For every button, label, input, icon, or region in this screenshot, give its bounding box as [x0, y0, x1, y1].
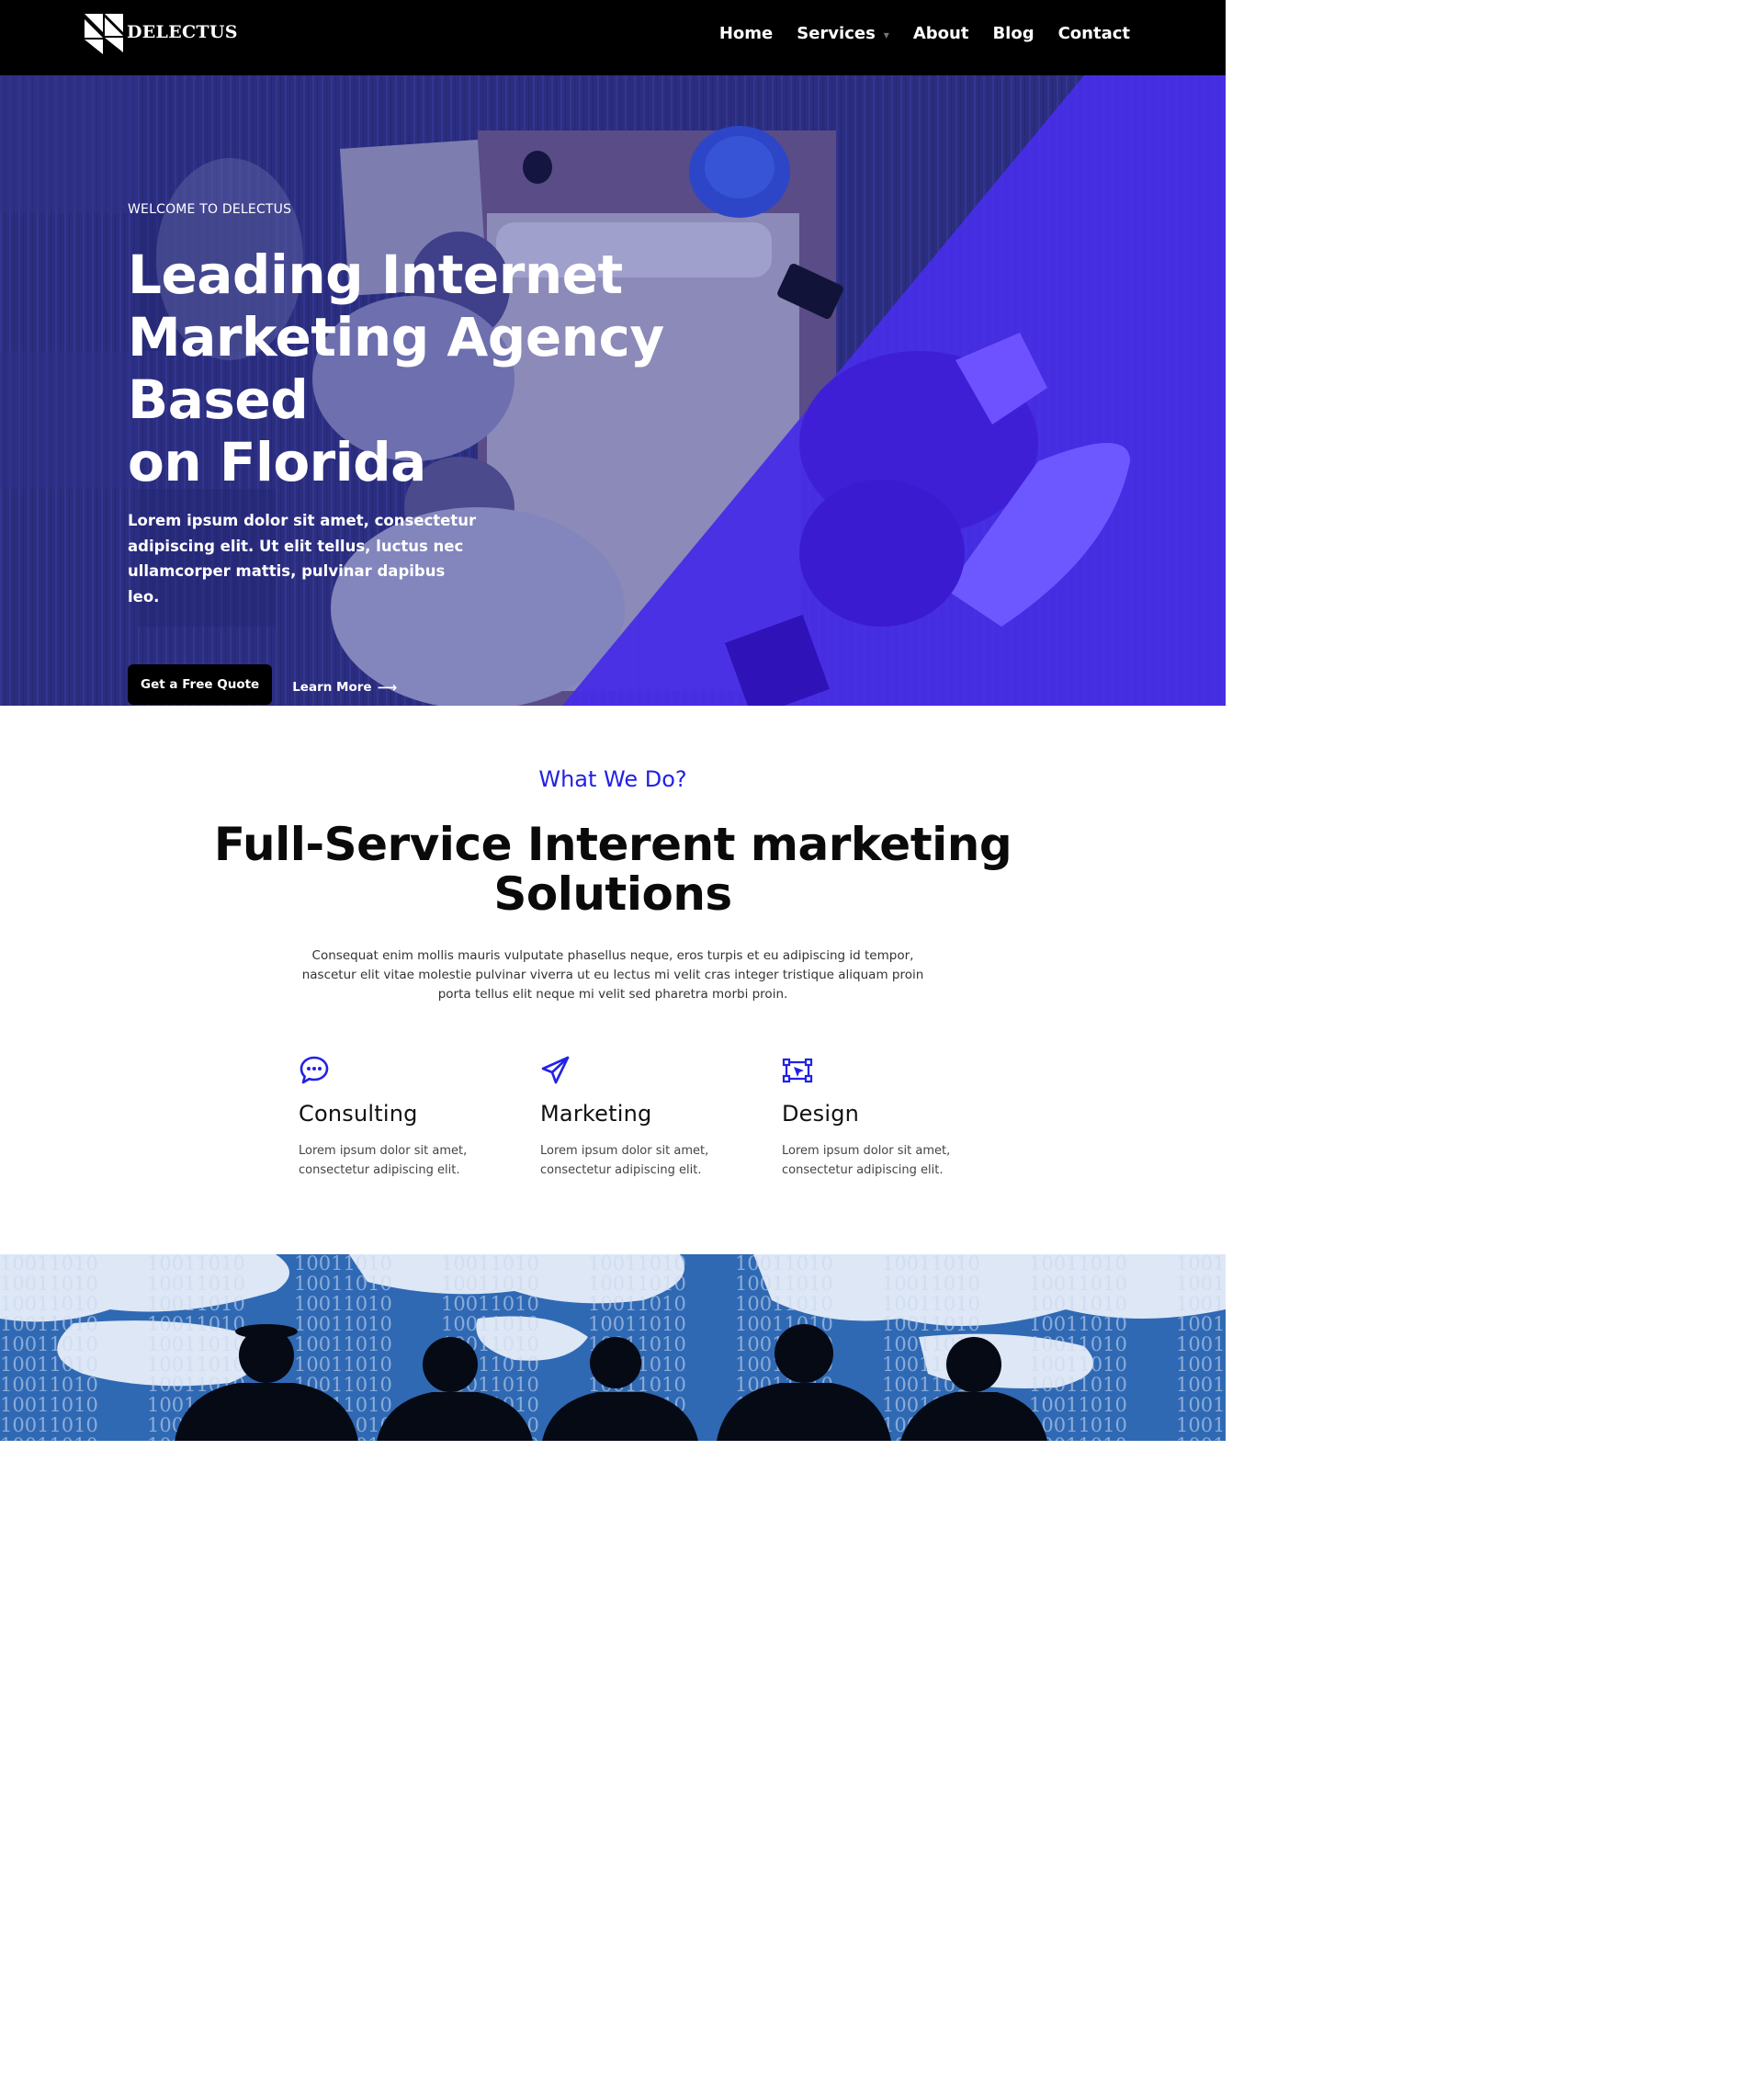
service-card-consulting: Consulting Lorem ipsum dolor sit amet, c… — [299, 1055, 510, 1180]
nav-blog[interactable]: Blog — [992, 24, 1034, 43]
nav-services-label: Services — [797, 24, 876, 43]
service-text: Lorem ipsum dolor sit amet, consectetur … — [299, 1144, 468, 1177]
section-subtitle: What We Do? — [538, 766, 687, 792]
hero-eyebrow: WELCOME TO DELECTUS — [128, 202, 292, 217]
service-title: Marketing — [540, 1101, 652, 1127]
hero-content: WELCOME TO DELECTUS Leading Internet Mar… — [128, 202, 808, 705]
nav-home[interactable]: Home — [719, 24, 773, 43]
team-banner-image: 10011010 — [0, 1254, 1226, 1441]
service-text: Lorem ipsum dolor sit amet, consectetur … — [540, 1144, 709, 1177]
brand-name: DELECTUS — [127, 22, 238, 42]
service-title: Design — [782, 1101, 860, 1127]
chevron-down-icon: ▾ — [883, 28, 889, 41]
arrow-right-icon: ⟶ — [377, 679, 398, 696]
section-title-line1: Full-Service Interent marketing — [213, 818, 1012, 871]
section-description: Consequat enim mollis mauris vulputate p… — [301, 948, 924, 1002]
hero-actions: Get a Free Quote Learn More ⟶ — [128, 664, 808, 705]
chat-bubble-icon — [300, 1056, 329, 1084]
nav-services[interactable]: Services ▾ — [797, 24, 889, 43]
paper-plane-icon — [541, 1056, 570, 1084]
section-title-line2: Solutions — [493, 867, 732, 921]
service-title: Consulting — [299, 1101, 418, 1127]
get-quote-button[interactable]: Get a Free Quote — [128, 664, 273, 705]
section-title: Full-Service Interent marketing Solution… — [0, 820, 1226, 919]
logo-mark-icon — [85, 14, 123, 54]
hero-description: Lorem ipsum dolor sit amet, consectetur … — [128, 512, 477, 606]
service-text: Lorem ipsum dolor sit amet, consectetur … — [782, 1144, 951, 1177]
brand-logo[interactable]: DELECTUS — [85, 14, 238, 54]
site-header: DELECTUS Home Services ▾ About Blog Cont… — [0, 0, 1226, 75]
learn-more-link[interactable]: Learn More ⟶ — [292, 679, 397, 696]
nav-contact[interactable]: Contact — [1058, 24, 1130, 43]
service-card-design: Design Lorem ipsum dolor sit amet, conse… — [782, 1055, 993, 1180]
hero-section: WELCOME TO DELECTUS Leading Internet Mar… — [0, 75, 1226, 706]
vector-design-icon — [782, 1058, 813, 1083]
nav-about[interactable]: About — [913, 24, 969, 43]
main-nav: Home Services ▾ About Blog Contact — [695, 24, 1130, 43]
hero-title-line3: on Florida — [128, 431, 426, 493]
hero-title-line2: Marketing Agency Based — [128, 306, 664, 431]
service-card-marketing: Marketing Lorem ipsum dolor sit amet, co… — [540, 1055, 752, 1180]
hero-title-line1: Leading Internet — [128, 244, 623, 306]
hero-title: Leading Internet Marketing Agency Based … — [128, 244, 808, 493]
binary-world-team-illustration: 10011010 — [0, 1254, 1226, 1441]
learn-more-label: Learn More — [292, 680, 372, 695]
